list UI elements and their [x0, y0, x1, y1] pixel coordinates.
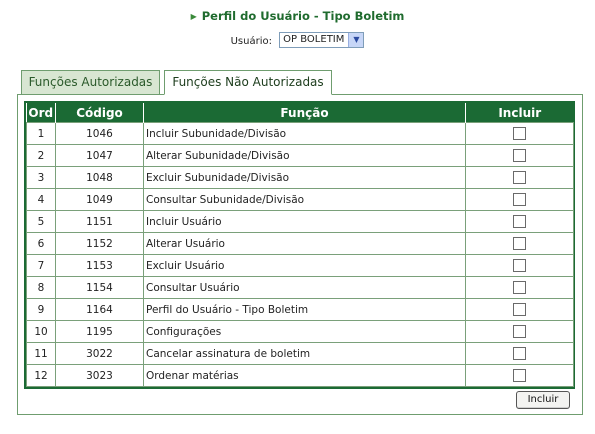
column-header-incluir: Incluir — [465, 103, 574, 123]
column-header-codigo: Código — [55, 103, 144, 123]
cell-incluir — [465, 188, 574, 211]
incluir-checkbox[interactable] — [513, 171, 526, 184]
cell-ord: 1 — [26, 122, 56, 145]
cell-ord: 3 — [26, 166, 56, 189]
table-row: 3 1048 Excluir Subunidade/Divisão — [26, 166, 574, 189]
incluir-checkbox[interactable] — [513, 347, 526, 360]
cell-funcao: Excluir Usuário — [143, 254, 466, 277]
cell-incluir — [465, 342, 574, 365]
cell-ord: 9 — [26, 298, 56, 321]
cell-funcao: Alterar Subunidade/Divisão — [143, 144, 466, 167]
user-select-value: OP BOLETIM — [283, 34, 345, 45]
cell-codigo: 1152 — [55, 232, 144, 255]
tab-panel: Ord Código Função Incluir 1 1046 Incluir S… — [17, 94, 583, 415]
cell-incluir — [465, 276, 574, 299]
tab-funcoes-autorizadas[interactable]: Funções Autorizadas — [21, 70, 160, 94]
cell-ord: 11 — [26, 342, 56, 365]
incluir-checkbox[interactable] — [513, 303, 526, 316]
cell-incluir — [465, 364, 574, 387]
table-header-row: Ord Código Função Incluir — [26, 103, 574, 123]
incluir-checkbox[interactable] — [513, 325, 526, 338]
page-title: ▶ Perfil do Usuário - Tipo Boletim — [0, 9, 595, 23]
cell-codigo: 1164 — [55, 298, 144, 321]
table-row: 11 3022 Cancelar assinatura de boletim — [26, 342, 574, 365]
cell-ord: 8 — [26, 276, 56, 299]
cell-codigo: 1153 — [55, 254, 144, 277]
cell-incluir — [465, 254, 574, 277]
cell-incluir — [465, 166, 574, 189]
cell-codigo: 1047 — [55, 144, 144, 167]
table-row: 9 1164 Perfil do Usuário - Tipo Boletim — [26, 298, 574, 321]
incluir-checkbox[interactable] — [513, 127, 526, 140]
table-row: 12 3023 Ordenar matérias — [26, 364, 574, 387]
cell-codigo: 1151 — [55, 210, 144, 233]
cell-codigo: 1046 — [55, 122, 144, 145]
cell-codigo: 3022 — [55, 342, 144, 365]
user-label: Usuário: — [230, 36, 272, 47]
cell-codigo: 1195 — [55, 320, 144, 343]
cell-incluir — [465, 298, 574, 321]
incluir-checkbox[interactable] — [513, 193, 526, 206]
incluir-checkbox[interactable] — [513, 281, 526, 294]
cell-codigo: 3023 — [55, 364, 144, 387]
cell-funcao: Excluir Subunidade/Divisão — [143, 166, 466, 189]
column-header-ord: Ord — [26, 103, 56, 123]
cell-incluir — [465, 232, 574, 255]
cell-funcao: Incluir Usuário — [143, 210, 466, 233]
chevron-down-icon[interactable]: ▼ — [348, 33, 364, 47]
column-header-funcao: Função — [143, 103, 466, 123]
incluir-checkbox[interactable] — [513, 259, 526, 272]
user-select[interactable]: OP BOLETIM ▼ — [279, 32, 365, 48]
table-row: 10 1195 Configurações — [26, 320, 574, 343]
cell-funcao: Perfil do Usuário - Tipo Boletim — [143, 298, 466, 321]
tab-funcoes-nao-autorizadas[interactable]: Funções Não Autorizadas — [164, 70, 332, 95]
cell-ord: 6 — [26, 232, 56, 255]
page-title-text: Perfil do Usuário - Tipo Boletim — [201, 9, 405, 23]
cell-funcao: Alterar Usuário — [143, 232, 466, 255]
cell-codigo: 1049 — [55, 188, 144, 211]
cell-funcao: Consultar Usuário — [143, 276, 466, 299]
table-row: 2 1047 Alterar Subunidade/Divisão — [26, 144, 574, 167]
cell-ord: 10 — [26, 320, 56, 343]
incluir-button[interactable]: Incluir — [516, 391, 570, 409]
cell-incluir — [465, 122, 574, 145]
incluir-checkbox[interactable] — [513, 149, 526, 162]
cell-funcao: Cancelar assinatura de boletim — [143, 342, 466, 365]
incluir-checkbox[interactable] — [513, 215, 526, 228]
cell-codigo: 1154 — [55, 276, 144, 299]
cell-funcao: Ordenar matérias — [143, 364, 466, 387]
incluir-checkbox[interactable] — [513, 237, 526, 250]
functions-table: Ord Código Função Incluir 1 1046 Incluir S… — [24, 101, 575, 389]
arrow-right-icon: ▶ — [190, 12, 197, 21]
cell-ord: 7 — [26, 254, 56, 277]
cell-ord: 4 — [26, 188, 56, 211]
cell-funcao: Consultar Subunidade/Divisão — [143, 188, 466, 211]
table-row: 1 1046 Incluir Subunidade/Divisão — [26, 122, 574, 145]
cell-ord: 2 — [26, 144, 56, 167]
cell-codigo: 1048 — [55, 166, 144, 189]
cell-incluir — [465, 210, 574, 233]
cell-funcao: Configurações — [143, 320, 466, 343]
table-row: 8 1154 Consultar Usuário — [26, 276, 574, 299]
cell-ord: 12 — [26, 364, 56, 387]
table-row: 5 1151 Incluir Usuário — [26, 210, 574, 233]
cell-funcao: Incluir Subunidade/Divisão — [143, 122, 466, 145]
table-row: 6 1152 Alterar Usuário — [26, 232, 574, 255]
table-row: 4 1049 Consultar Subunidade/Divisão — [26, 188, 574, 211]
table-row: 7 1153 Excluir Usuário — [26, 254, 574, 277]
cell-ord: 5 — [26, 210, 56, 233]
cell-incluir — [465, 320, 574, 343]
cell-incluir — [465, 144, 574, 167]
user-selector-row: Usuário: OP BOLETIM ▼ — [0, 32, 595, 49]
incluir-checkbox[interactable] — [513, 369, 526, 382]
